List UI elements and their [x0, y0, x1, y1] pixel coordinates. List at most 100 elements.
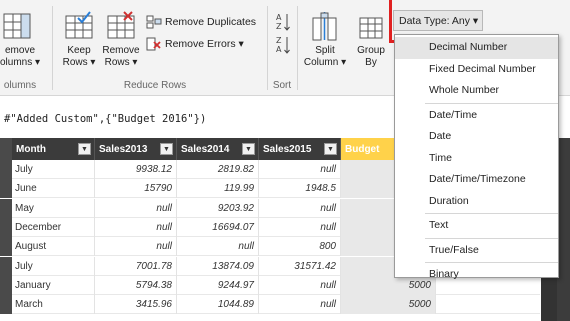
menu-item-time[interactable]: Time — [395, 148, 558, 170]
cell-sales2015[interactable]: null — [259, 295, 341, 315]
data-type-label: Data Type: Any ▾ — [399, 14, 479, 27]
svg-text:A: A — [276, 13, 282, 22]
group-by-button[interactable]: Group By — [352, 8, 390, 69]
menu-item-binary[interactable]: Binary — [395, 264, 558, 286]
remove-rows-icon — [104, 8, 138, 42]
menu-separator — [425, 102, 558, 104]
menu-separator — [425, 213, 558, 214]
filter-dropdown-icon[interactable]: ▼ — [78, 143, 91, 155]
remove-errors-icon — [146, 37, 161, 51]
column-header-sales2015[interactable]: Sales2015 ▼ — [259, 138, 341, 160]
cell-sales2014[interactable]: 13874.09 — [177, 256, 259, 276]
cell-sales2014[interactable]: 119.99 — [177, 179, 259, 199]
group-label-columns: olumns — [3, 80, 37, 91]
cell-sales2014[interactable]: 1044.89 — [177, 295, 259, 315]
sort-buttons: A Z Z A — [276, 12, 290, 58]
cell-sales2015[interactable]: 800 — [259, 237, 341, 257]
row-selector[interactable] — [0, 179, 12, 199]
keep-rows-icon — [62, 8, 96, 42]
cell-sales2014[interactable]: 16694.07 — [177, 217, 259, 237]
keep-rows-button[interactable]: Keep Rows ▾ — [60, 8, 98, 69]
remove-rows-label-2: Rows ▾ — [104, 57, 138, 68]
cell-sales2013[interactable]: 7001.78 — [95, 256, 177, 276]
cell-month[interactable]: August — [12, 237, 95, 257]
column-header-month[interactable]: Month ▼ — [12, 138, 95, 160]
split-column-label-2: Column ▾ — [303, 57, 347, 68]
cell-month[interactable]: July — [12, 160, 95, 179]
cell-sales2015[interactable]: null — [259, 198, 341, 218]
group-by-icon — [356, 8, 386, 42]
remove-duplicates-icon — [146, 15, 162, 29]
cell-sales2015[interactable]: 1948.5 — [259, 179, 341, 199]
keep-rows-label-1: Keep — [67, 45, 91, 56]
table-row[interactable]: March 3415.96 1044.89 null 5000 — [0, 295, 540, 315]
menu-item-date-time[interactable]: Date/Time — [395, 105, 558, 127]
cell-month[interactable]: January — [12, 275, 95, 295]
column-header-label: Sales2013 — [99, 143, 148, 155]
row-selector[interactable] — [0, 256, 12, 276]
remove-columns-button[interactable]: emove olumns ▾ — [0, 8, 46, 69]
remove-columns-label-1: emove — [4, 45, 35, 56]
cell-sales2015[interactable]: null — [259, 217, 341, 237]
menu-separator — [425, 262, 558, 263]
cell-sales2015[interactable]: null — [259, 160, 341, 179]
data-type-button[interactable]: Data Type: Any ▾ — [393, 10, 483, 31]
menu-item-true-false[interactable]: True/False — [395, 240, 558, 262]
cell-sales2013[interactable]: 3415.96 — [95, 295, 177, 315]
row-selector[interactable] — [0, 237, 12, 257]
cell-month[interactable]: June — [12, 179, 95, 199]
sort-ascending-icon[interactable]: A Z — [276, 12, 290, 35]
remove-errors-button[interactable]: Remove Errors ▾ — [146, 37, 244, 51]
column-header-label: Budget — [345, 143, 380, 155]
row-selector[interactable] — [0, 295, 12, 315]
cell-sales2014[interactable]: 2819.82 — [177, 160, 259, 179]
cell-month[interactable]: July — [12, 256, 95, 276]
menu-item-decimal-number[interactable]: Decimal Number — [395, 37, 558, 59]
svg-text:A: A — [276, 45, 282, 54]
split-column-button[interactable]: Split Column ▾ — [302, 8, 348, 69]
group-by-label-2: By — [365, 57, 377, 68]
column-header-label: Month — [16, 143, 46, 155]
svg-text:Z: Z — [276, 22, 282, 31]
cell-sales2014[interactable]: null — [177, 237, 259, 257]
row-selector[interactable] — [0, 217, 12, 237]
cell-month[interactable]: May — [12, 198, 95, 218]
cell-sales2015[interactable]: null — [259, 275, 341, 295]
filter-dropdown-icon[interactable]: ▼ — [324, 143, 337, 155]
remove-duplicates-button[interactable]: Remove Duplicates — [146, 15, 256, 29]
menu-item-duration[interactable]: Duration — [395, 191, 558, 213]
remove-rows-button[interactable]: Remove Rows ▾ — [100, 8, 142, 69]
cell-sales2013[interactable]: null — [95, 217, 177, 237]
menu-separator — [425, 237, 558, 239]
cell-month[interactable]: December — [12, 217, 95, 237]
cell-sales2014[interactable]: 9244.97 — [177, 275, 259, 295]
cell-sales2014[interactable]: 9203.92 — [177, 198, 259, 218]
column-header-sales2014[interactable]: Sales2014 ▼ — [177, 138, 259, 160]
remove-errors-label: Remove Errors ▾ — [165, 38, 244, 50]
cell-sales2013[interactable]: 15790 — [95, 179, 177, 199]
split-column-label-1: Split — [315, 45, 335, 56]
cell-month[interactable]: March — [12, 295, 95, 315]
menu-item-fixed-decimal-number[interactable]: Fixed Decimal Number — [395, 59, 558, 81]
row-selector[interactable] — [0, 198, 12, 218]
sort-descending-icon[interactable]: Z A — [276, 35, 290, 58]
menu-item-date-time-timezone[interactable]: Date/Time/Timezone — [395, 169, 558, 191]
cell-sales2013[interactable]: 5794.38 — [95, 275, 177, 295]
annotation-line-vertical — [389, 0, 392, 43]
column-header-sales2013[interactable]: Sales2013 ▼ — [95, 138, 177, 160]
cell-sales2013[interactable]: null — [95, 237, 177, 257]
filter-dropdown-icon[interactable]: ▼ — [242, 143, 255, 155]
formula-bar[interactable]: #"Added Custom",{"Budget 2016"}) — [0, 108, 400, 130]
cell-sales2013[interactable]: 9938.12 — [95, 160, 177, 179]
row-selector[interactable] — [0, 275, 12, 295]
cell-sales2015[interactable]: 31571.42 — [259, 256, 341, 276]
cell-budget[interactable]: 5000 — [341, 295, 436, 315]
menu-item-text[interactable]: Text — [395, 215, 558, 237]
remove-duplicates-label: Remove Duplicates — [165, 16, 257, 28]
cell-sales2013[interactable]: null — [95, 198, 177, 218]
menu-item-whole-number[interactable]: Whole Number — [395, 80, 558, 102]
menu-item-date[interactable]: Date — [395, 126, 558, 148]
filter-dropdown-icon[interactable]: ▼ — [160, 143, 173, 155]
remove-rows-label-1: Remove — [102, 45, 140, 56]
row-selector[interactable] — [0, 160, 12, 179]
